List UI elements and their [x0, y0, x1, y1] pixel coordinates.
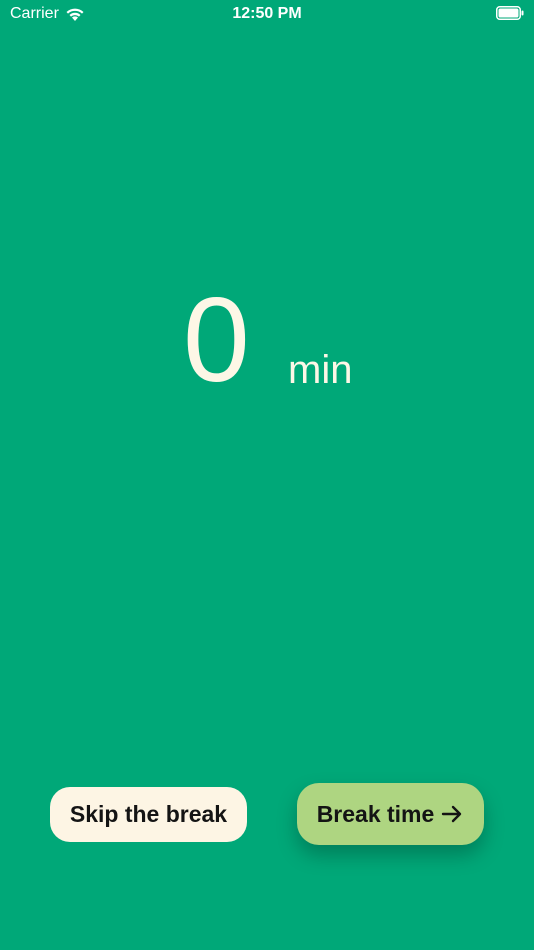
status-bar: Carrier 12:50 PM	[0, 0, 534, 30]
status-time: 12:50 PM	[232, 5, 302, 22]
timer-display: 0 min	[0, 280, 534, 400]
skip-break-label: Skip the break	[69, 801, 228, 827]
break-time-button[interactable]: Break time	[297, 783, 484, 845]
break-time-label: Break time	[316, 800, 435, 827]
battery-icon	[496, 6, 524, 20]
skip-break-button[interactable]: Skip the break	[50, 787, 247, 842]
timer-value: 0	[183, 273, 250, 407]
arrow-right-icon	[442, 805, 462, 823]
timer-unit: min	[288, 348, 353, 392]
